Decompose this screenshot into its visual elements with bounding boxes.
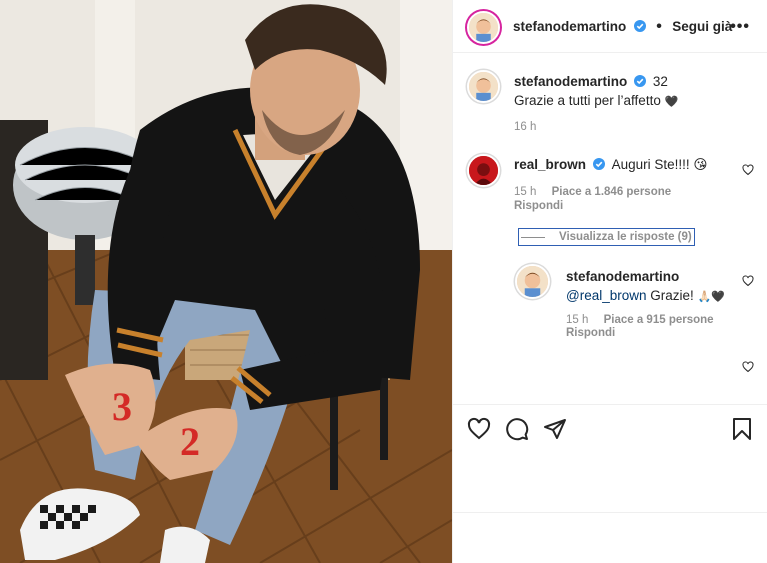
- reply-reply-label: Rispondi: [566, 327, 616, 339]
- bookmark-icon[interactable]: [730, 417, 754, 441]
- reply-time[interactable]: 15 h: [566, 314, 588, 326]
- header-title-row: stefanodemartino • Segui già: [513, 18, 732, 36]
- verified-badge-icon: [592, 158, 605, 170]
- verified-badge-icon: [634, 75, 647, 87]
- comment-meta: 15 h Piace a 1.846 persone: [514, 186, 671, 198]
- reply-text: Grazie!: [650, 288, 694, 303]
- post-side-panel: stefanodemartino • Segui già ••• stefano…: [452, 0, 767, 563]
- caption-body: Grazie a tutti per l’affetto: [514, 93, 661, 108]
- comment-reply-button[interactable]: Rispondi: [514, 200, 563, 212]
- comment-time[interactable]: 15 h: [514, 186, 536, 198]
- more-options-icon[interactable]: •••: [730, 18, 750, 36]
- caption-author-avatar[interactable]: [467, 70, 500, 103]
- follow-button[interactable]: Segui già: [672, 19, 732, 34]
- replies-divider-line: [521, 236, 545, 238]
- post-photo[interactable]: 3 2: [0, 0, 452, 563]
- comment-reply-label: Rispondi: [514, 200, 564, 212]
- view-replies-label: Visualizza le risposte (9): [559, 231, 692, 243]
- caption: stefanodemartino 32 Grazie a tutti per l…: [514, 73, 754, 111]
- reply-body: stefanodemartino @real_brown Grazie! 🙏🏻🖤: [566, 268, 736, 306]
- reply-mention-link[interactable]: @real_brown: [566, 288, 647, 303]
- svg-text:3: 3: [112, 384, 132, 429]
- svg-text:2: 2: [180, 419, 200, 464]
- comment-body: real_brown Auguri Ste!!!! 😘: [514, 156, 707, 174]
- avatar-image: [469, 72, 498, 101]
- commenter-username[interactable]: real_brown: [514, 157, 586, 172]
- reply-author-username[interactable]: stefanodemartino: [566, 269, 679, 284]
- comment-like-heart-icon[interactable]: [742, 361, 754, 373]
- reply-reply-button[interactable]: Rispondi: [566, 327, 615, 339]
- comment-likes[interactable]: Piace a 1.846 persone: [552, 186, 672, 198]
- reply-likes[interactable]: Piace a 915 persone: [604, 314, 714, 326]
- black-heart-emoji: 🖤: [664, 96, 679, 108]
- reply-meta: 15 h Piace a 915 persone: [566, 314, 714, 326]
- comment-text: Auguri Ste!!!!: [611, 157, 690, 172]
- commenter-avatar[interactable]: [467, 154, 500, 187]
- caption-title: 32: [652, 74, 668, 89]
- caption-author-username[interactable]: stefanodemartino: [514, 74, 627, 89]
- reply-author-avatar[interactable]: [515, 264, 550, 299]
- avatar-image: [469, 156, 498, 185]
- bottom-divider: [453, 512, 767, 513]
- comment-like-heart-icon[interactable]: [742, 164, 754, 176]
- kiss-emoji: 😘: [693, 157, 708, 172]
- avatar-image: [517, 266, 548, 297]
- post-photo-illustration: 3 2: [0, 0, 452, 563]
- share-icon[interactable]: [543, 417, 567, 441]
- comment-icon[interactable]: [505, 417, 529, 441]
- author-avatar[interactable]: [467, 11, 500, 44]
- caption-time[interactable]: 16 h: [514, 121, 536, 133]
- avatar-image: [469, 13, 498, 42]
- author-username[interactable]: stefanodemartino: [513, 19, 626, 34]
- pray-heart-emoji: 🙏🏻🖤: [697, 291, 725, 303]
- post-header: stefanodemartino • Segui già •••: [453, 0, 767, 53]
- separator-dot: •: [656, 18, 662, 35]
- verified-badge-icon: [633, 20, 646, 32]
- reply-like-heart-icon[interactable]: [742, 275, 754, 287]
- view-replies-button[interactable]: Visualizza le risposte (9): [518, 228, 695, 246]
- heart-icon[interactable]: [467, 417, 491, 441]
- actions-divider: [453, 404, 767, 405]
